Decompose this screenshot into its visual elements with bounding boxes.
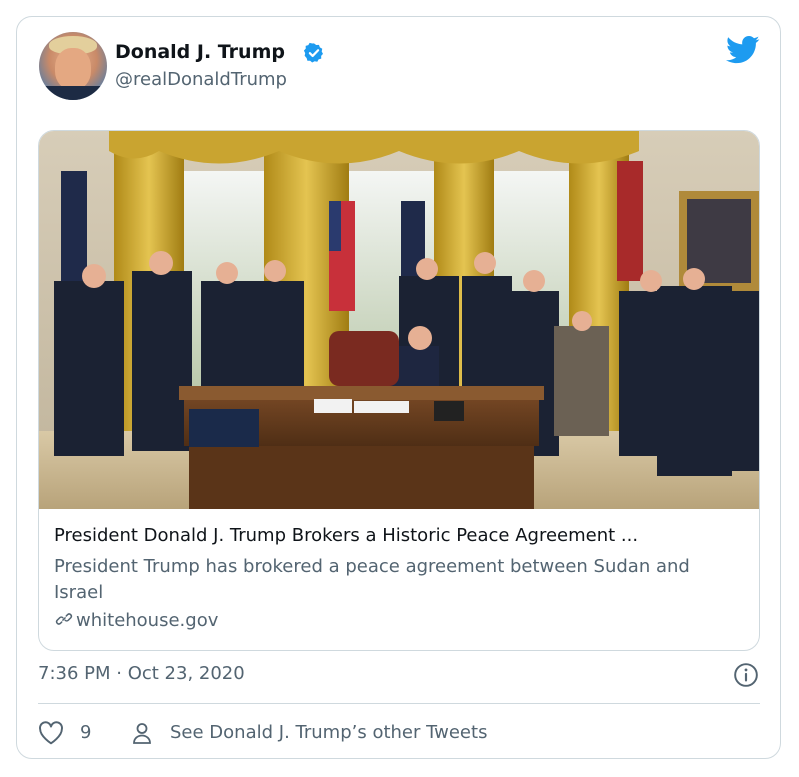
card-photo[interactable] [39,131,760,509]
card-title[interactable]: President Donald J. Trump Brokers a Hist… [54,525,754,546]
person-icon [133,723,151,744]
link-preview-card[interactable]: President Donald J. Trump Brokers a Hist… [38,130,760,651]
avatar[interactable] [39,32,107,100]
info-icon[interactable] [733,662,759,688]
avatar-suit [39,86,107,100]
avatar-face [55,48,91,90]
tweet-timestamp[interactable]: 7:36 PM · Oct 23, 2020 [38,663,245,684]
tweet-card[interactable]: Donald J. Trump @realDonaldTrump Preside… [16,16,781,759]
heart-icon[interactable] [38,721,64,745]
author-handle[interactable]: @realDonaldTrump [115,69,287,90]
twitter-bird-icon[interactable] [726,35,760,65]
card-domain-link[interactable]: whitehouse.gov [54,610,218,631]
verified-badge-icon [303,42,323,63]
card-domain[interactable]: whitehouse.gov [76,610,218,631]
see-other-tweets-link[interactable]: See Donald J. Trump’s other Tweets [170,722,487,743]
divider [38,703,760,704]
card-description: President Trump has brokered a peace agr… [54,556,690,603]
link-icon [55,613,73,625]
author-name[interactable]: Donald J. Trump [115,41,285,63]
like-count[interactable]: 9 [80,722,91,743]
tweet-actions: 9 See Donald J. Trump’s other Tweets [38,719,760,747]
